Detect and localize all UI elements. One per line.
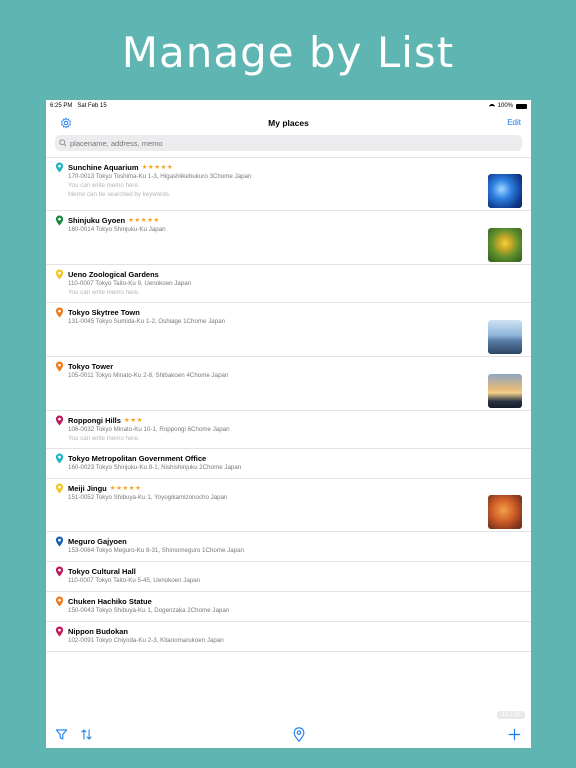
place-name-label: Sunchine Aquarium	[68, 162, 139, 172]
place-photo-thumbnail[interactable]	[488, 495, 522, 529]
list-item[interactable]: Roppongi Hills ★★★ 106-0032 Tokyo Minato-K…	[46, 411, 531, 449]
place-address: 106-0032 Tokyo Minato-Ku 10-1, Roppongi …	[68, 426, 230, 433]
add-icon[interactable]	[508, 728, 521, 741]
list-item[interactable]: Tokyo Skytree Town 131-0045 Tokyo Sumida-…	[46, 303, 531, 357]
place-name-label: Nippon Budokan	[68, 626, 128, 636]
search-icon	[59, 139, 67, 147]
place-name: Nippon Budokan	[68, 626, 531, 636]
place-name: Sunchine Aquarium ★★★★★	[68, 162, 531, 172]
map-pin-icon	[55, 483, 64, 494]
place-name: Meiji Jingu ★★★★★	[68, 483, 531, 493]
map-pin-icon	[55, 415, 64, 426]
place-name-label: Chuken Hachiko Statue	[68, 596, 152, 606]
place-photo-thumbnail[interactable]	[488, 374, 522, 408]
place-address: 110-0007 Tokyo Taito-Ku 5-45, Uenokoen J…	[68, 577, 201, 584]
place-name: Meguro Gajyoen	[68, 536, 531, 546]
bottom-toolbar	[46, 722, 531, 748]
place-name: Tokyo Tower	[68, 361, 531, 371]
place-name: Chuken Hachiko Statue	[68, 596, 531, 606]
place-address: 150-0043 Tokyo Shibuya-Ku 1, Dogenzaka 2…	[68, 607, 230, 614]
count-badge: 12 / 15	[496, 711, 525, 719]
place-address: 160-0014 Tokyo Shinjuku-Ku Japan	[68, 226, 166, 233]
place-name-label: Tokyo Tower	[68, 361, 114, 371]
ipad-screen: 6:25 PM Sat Feb 15 100% My places Edit S…	[46, 100, 531, 748]
navigation-bar: My places Edit	[46, 112, 531, 134]
place-address: 170-0013 Tokyo Toshima-Ku 1-3, Higashiik…	[68, 173, 252, 180]
map-pin-icon	[55, 536, 64, 547]
place-address: 151-0052 Tokyo Shibuya-Ku 1, Yoyogikamiz…	[68, 494, 228, 501]
place-name-label: Tokyo Cultural Hall	[68, 566, 136, 576]
place-name-label: Tokyo Skytree Town	[68, 307, 140, 317]
place-address: 110-0007 Tokyo Taito-Ku 9, Uenokoen Japa…	[68, 280, 192, 287]
place-name-label: Meiji Jingu	[68, 483, 107, 493]
place-photo-thumbnail[interactable]	[488, 320, 522, 354]
place-memo: You can write memo here.	[68, 435, 140, 442]
map-pin-icon	[55, 215, 64, 226]
place-name-label: Roppongi Hills	[68, 415, 121, 425]
search-bar[interactable]	[55, 135, 522, 151]
place-name: Tokyo Skytree Town	[68, 307, 531, 317]
wifi-icon	[488, 103, 495, 109]
list-item[interactable]: Meiji Jingu ★★★★★ 151-0052 Tokyo Shibuya-K…	[46, 479, 531, 532]
place-photo-thumbnail[interactable]	[488, 228, 522, 262]
map-pin-icon	[55, 626, 64, 637]
list-item[interactable]: Tokyo Tower 105-0011 Tokyo Minato-Ku 2-8,…	[46, 357, 531, 411]
map-pin-icon	[55, 269, 64, 280]
edit-button[interactable]: Edit	[507, 118, 521, 127]
place-name-label: Tokyo Metropolitan Government Office	[68, 453, 207, 463]
list-item[interactable]: Nippon Budokan 102-0091 Tokyo Chiyoda-Ku …	[46, 622, 531, 652]
rating-stars: ★★★★★	[141, 164, 174, 171]
status-date: Sat Feb 15	[77, 103, 107, 109]
list-item[interactable]: Tokyo Metropolitan Government Office 160-…	[46, 449, 531, 479]
status-time: 6:25 PM	[50, 103, 73, 109]
place-name: Shinjuku Gyoen ★★★★★	[68, 215, 531, 225]
list-item[interactable]: Meguro Gajyoen 153-0064 Tokyo Meguro-Ku 8…	[46, 532, 531, 562]
place-name: Tokyo Metropolitan Government Office	[68, 453, 531, 463]
place-photo-thumbnail[interactable]	[488, 174, 522, 208]
map-pin-icon	[55, 453, 64, 464]
place-memo: You can write memo here.	[68, 182, 140, 189]
battery-percent: 100%	[497, 103, 513, 109]
map-pin-icon	[55, 596, 64, 607]
place-name: Roppongi Hills ★★★	[68, 415, 531, 425]
page-title: My places	[268, 118, 309, 128]
headline: Manage by List	[121, 28, 455, 77]
rating-stars: ★★★	[123, 417, 143, 424]
map-pin-icon	[55, 566, 64, 577]
place-address: 153-0064 Tokyo Meguro-Ku 8-31, Shimomegu…	[68, 547, 244, 554]
gear-icon[interactable]	[60, 117, 72, 129]
place-address: 160-0023 Tokyo Shinjuku-Ku 8-1, Nishishi…	[68, 464, 242, 471]
place-name-label: Meguro Gajyoen	[68, 536, 127, 546]
rating-stars: ★★★★★	[109, 485, 142, 492]
place-memo: Memo can be searched by keywords.	[68, 191, 171, 198]
status-bar: 6:25 PM Sat Feb 15 100%	[46, 100, 531, 112]
sort-icon[interactable]	[80, 728, 93, 741]
map-pin-icon	[55, 307, 64, 318]
place-name-label: Ueno Zoological Gardens	[68, 269, 159, 279]
places-list: Sunchine Aquarium ★★★★★ 170-0013 Tokyo Tos…	[46, 157, 531, 652]
list-item[interactable]: Sunchine Aquarium ★★★★★ 170-0013 Tokyo Tos…	[46, 158, 531, 211]
place-name: Tokyo Cultural Hall	[68, 566, 531, 576]
place-address: 102-0091 Tokyo Chiyoda-Ku 2-3, Kitanomar…	[68, 637, 224, 644]
place-name-label: Shinjuku Gyoen	[68, 215, 126, 225]
place-memo: You can write memo here.	[68, 289, 140, 296]
list-item[interactable]: Ueno Zoological Gardens 110-0007 Tokyo Ta…	[46, 265, 531, 303]
search-input[interactable]	[70, 138, 487, 148]
place-address: 131-0045 Tokyo Sumida-Ku 1-2, Oshiage 1C…	[68, 318, 226, 325]
map-pin-icon	[55, 162, 64, 173]
list-item[interactable]: Chuken Hachiko Statue 150-0043 Tokyo Shib…	[46, 592, 531, 622]
map-pin-icon	[55, 361, 64, 372]
list-item[interactable]: Tokyo Cultural Hall 110-0007 Tokyo Taito-…	[46, 562, 531, 592]
battery-icon	[516, 103, 527, 109]
map-pin-icon[interactable]	[293, 727, 305, 742]
place-address: 105-0011 Tokyo Minato-Ku 2-8, Shibakoen …	[68, 372, 229, 379]
place-name: Ueno Zoological Gardens	[68, 269, 531, 279]
filter-icon[interactable]	[55, 728, 68, 741]
rating-stars: ★★★★★	[128, 217, 160, 224]
list-item[interactable]: Shinjuku Gyoen ★★★★★ 160-0014 Tokyo Shinju…	[46, 211, 531, 265]
